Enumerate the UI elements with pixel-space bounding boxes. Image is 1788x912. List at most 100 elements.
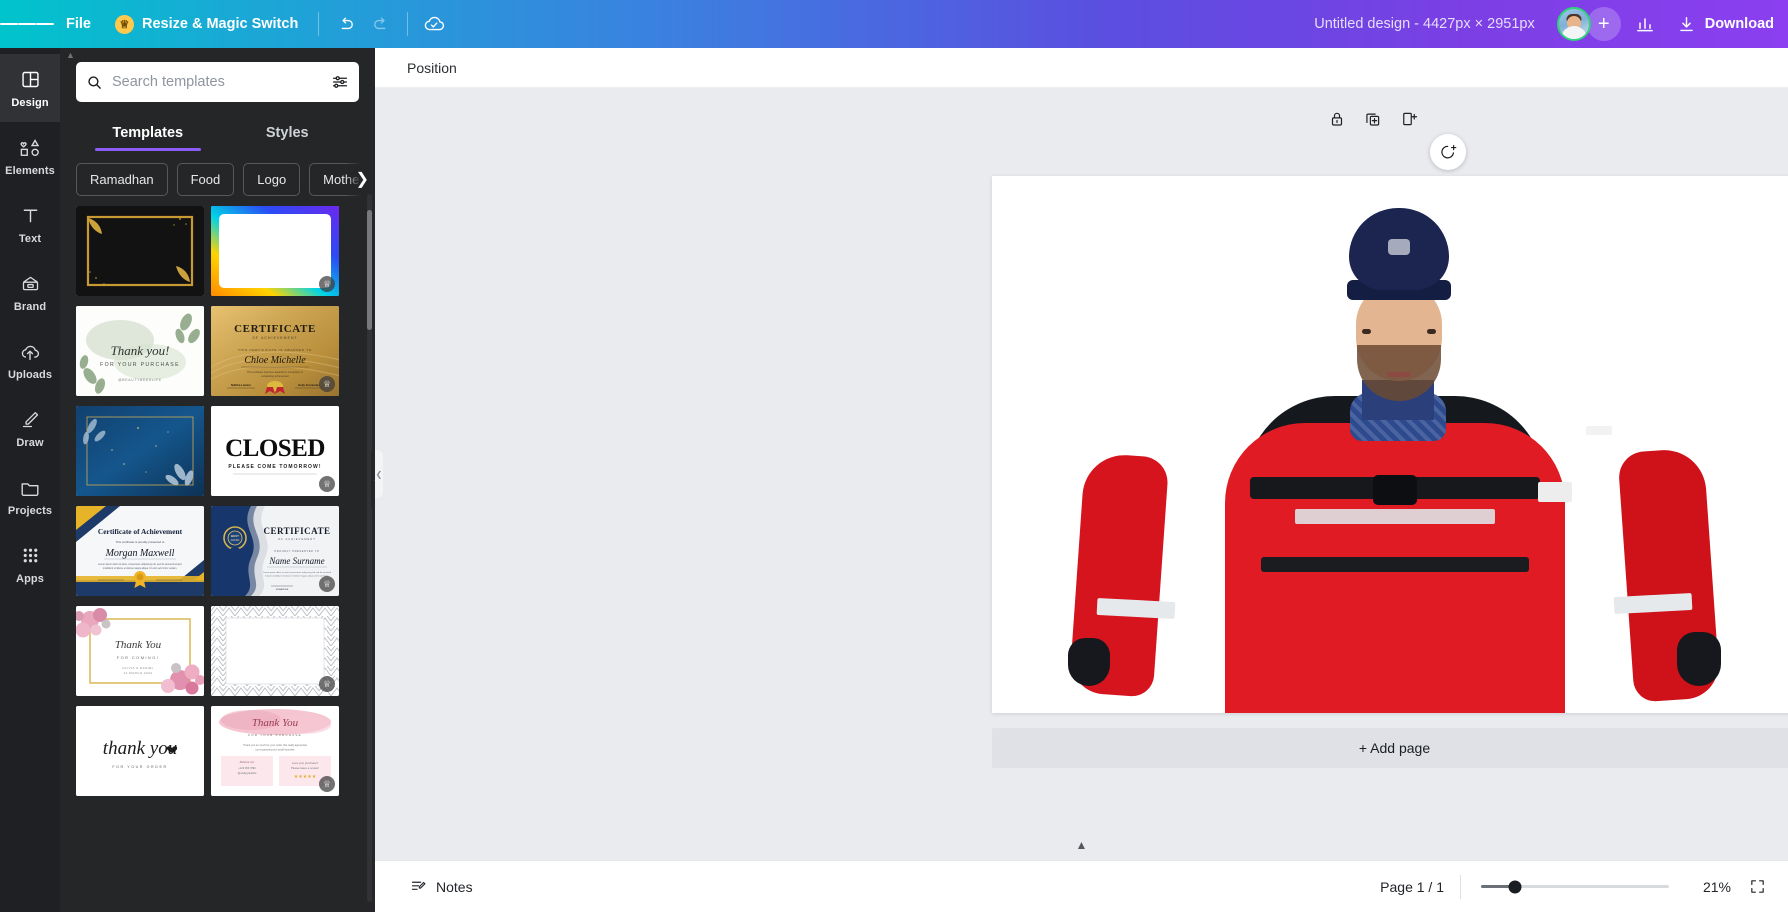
svg-text:Morgan Maxwell: Morgan Maxwell: [105, 548, 175, 559]
grid-dots-icon: [18, 544, 42, 568]
duplicate-page-icon[interactable]: [1362, 108, 1384, 130]
position-button[interactable]: Position: [401, 55, 463, 81]
sidebar-item-projects[interactable]: Projects: [0, 462, 60, 530]
resize-magic-switch-label: Resize & Magic Switch: [141, 16, 299, 32]
svg-text:Please leave a review!: Please leave a review!: [291, 766, 319, 770]
bar-chart-icon[interactable]: [1627, 6, 1663, 42]
premium-crown-icon: ♕: [319, 476, 335, 492]
templates-scroll-region[interactable]: ♕ Thank you! FOR YOUR PURCHASE @BEAUTYBE…: [60, 206, 375, 912]
sidebar-item-elements[interactable]: Elements: [0, 122, 60, 190]
notes-button[interactable]: Notes: [401, 871, 482, 902]
add-collaborator-button[interactable]: +: [1586, 7, 1621, 41]
sidebar-item-apps[interactable]: Apps: [0, 530, 60, 598]
svg-text:you supporting our small busin: you supporting our small business: [255, 748, 295, 752]
svg-text:FOR YOUR PURCHASE: FOR YOUR PURCHASE: [248, 733, 302, 737]
svg-text:PROUDLY PRESENTED TO: PROUDLY PRESENTED TO: [274, 549, 319, 553]
page-tools-group: [1326, 108, 1420, 130]
design-canvas-page[interactable]: [992, 176, 1788, 713]
page-counter: Page 1 / 1: [1380, 878, 1444, 895]
expand-icon[interactable]: [1749, 878, 1766, 895]
chip-ramadhan[interactable]: Ramadhan: [76, 163, 168, 196]
template-script-thank-you-order[interactable]: thank you FOR YOUR ORDER: [76, 706, 204, 796]
add-page-button[interactable]: + Add page: [992, 728, 1788, 768]
person-in-red-jacket-photo: [992, 176, 1788, 713]
svg-text:outstanding achievement: outstanding achievement: [261, 375, 289, 378]
add-page-icon[interactable]: [1398, 108, 1420, 130]
redo-icon[interactable]: [363, 6, 399, 42]
sidebar-item-draw[interactable]: Draw: [0, 394, 60, 462]
upload-cloud-icon: [18, 340, 42, 364]
chevron-up-icon[interactable]: ▲: [66, 50, 75, 60]
search-input[interactable]: [112, 74, 322, 90]
template-sage-thank-you-purchase[interactable]: Thank you! FOR YOUR PURCHASE @BEAUTYBEES…: [76, 306, 204, 396]
sidebar-item-label: Elements: [5, 164, 55, 177]
photo-right-eye: [1426, 329, 1436, 335]
svg-text:Thank you!: Thank you!: [111, 343, 170, 358]
search-bar[interactable]: [76, 62, 359, 102]
design-title[interactable]: Untitled design - 4427px × 2951px: [1306, 10, 1542, 38]
cloud-saved-icon[interactable]: [416, 6, 452, 42]
crown-icon: ♕: [114, 14, 134, 34]
svg-text:Name Surname: Name Surname: [268, 556, 324, 566]
resize-magic-switch-button[interactable]: ♕ Resize & Magic Switch: [103, 8, 310, 40]
template-pink-floral-thank-you[interactable]: Thank You FOR COMING! OLIVIA & DANIEL 12…: [76, 606, 204, 696]
download-button[interactable]: Download: [1663, 6, 1788, 42]
lock-icon[interactable]: [1326, 108, 1348, 130]
chevron-right-icon[interactable]: ❯: [345, 161, 375, 196]
template-rainbow-gradient-frame[interactable]: ♕: [211, 206, 339, 296]
photo-mouth: [1387, 372, 1412, 377]
template-black-gold-frame-card[interactable]: [76, 206, 204, 296]
template-chevron-pattern-blank[interactable]: ♕: [211, 606, 339, 696]
template-navy-botanical-frame[interactable]: [76, 406, 204, 496]
svg-text:AWARD: AWARD: [231, 539, 240, 542]
svg-text:THIS CERTIFICATE IS AWARDED TO: THIS CERTIFICATE IS AWARDED TO: [238, 348, 312, 352]
hamburger-icon[interactable]: [0, 21, 54, 28]
template-gold-certificate[interactable]: CERTIFICATE OF ACHIEVEMENT THIS CERTIFIC…: [211, 306, 339, 396]
svg-text:incididunt ut labore et dolore: incididunt ut labore et dolore magna ali…: [103, 567, 177, 570]
sidebar-item-label: Projects: [7, 504, 53, 517]
file-menu-button[interactable]: File: [54, 8, 103, 40]
panel-expand-handle[interactable]: ❮: [375, 450, 383, 498]
bottom-divider: [1460, 874, 1461, 899]
template-pink-watercolor-thank-you[interactable]: Thank You FOR YOUR PURCHASE Thank you so…: [211, 706, 339, 796]
chip-logo[interactable]: Logo: [243, 163, 301, 196]
template-closed-sign[interactable]: CLOSED PLEASE COME TOMORROW! ♕: [211, 406, 339, 496]
svg-text:Thank You: Thank You: [252, 717, 299, 729]
tab-templates[interactable]: Templates: [78, 116, 218, 151]
template-certificate-of-achievement[interactable]: Certificate of Achievement This certific…: [76, 506, 204, 596]
panel-scrollbar-thumb[interactable]: [367, 210, 372, 330]
svg-text:@BEAUTYBEESLIFE: @BEAUTYBEESLIFE: [118, 378, 162, 382]
zoom-knob[interactable]: [1508, 880, 1522, 893]
file-menu-label: File: [66, 16, 91, 32]
chevron-up-icon[interactable]: ▲: [1076, 838, 1088, 852]
shapes-icon: [18, 136, 42, 160]
magic-assistant-icon[interactable]: [1430, 134, 1466, 170]
editor-body: Design Elements Text Brand Uploads Draw …: [0, 48, 1788, 912]
canvas-area[interactable]: ❮ + Add page ▲: [375, 88, 1788, 860]
panel-collapse-button[interactable]: ❮: [371, 452, 375, 508]
chip-food[interactable]: Food: [176, 163, 235, 196]
svg-text:FOR COMING!: FOR COMING!: [117, 655, 160, 660]
undo-icon[interactable]: [327, 6, 363, 42]
sidebar-item-uploads[interactable]: Uploads: [0, 326, 60, 394]
zoom-slider[interactable]: [1481, 880, 1669, 893]
template-navy-seal-certificate[interactable]: BEST AWARD CERTIFICATE OF ACHIEVEMENT PR…: [211, 506, 339, 596]
sidebar-item-text[interactable]: Text: [0, 190, 60, 258]
sidebar-item-design[interactable]: Design: [0, 54, 60, 122]
panel-scrollbar[interactable]: [367, 194, 372, 902]
panel-header: Templates Styles: [60, 48, 375, 151]
svg-text:BEST: BEST: [231, 534, 239, 538]
photo-left-glove: [1068, 637, 1111, 686]
svg-text:FOR YOUR PURCHASE: FOR YOUR PURCHASE: [100, 362, 180, 368]
user-avatar[interactable]: [1556, 7, 1591, 41]
tab-styles[interactable]: Styles: [218, 116, 358, 151]
svg-text:CERTIFICATE: CERTIFICATE: [234, 323, 316, 335]
svg-text:This certificate is proudly pr: This certificate is proudly presented to: [116, 540, 165, 544]
svg-text:Find us on:: Find us on:: [240, 760, 255, 764]
sidebar-item-brand[interactable]: Brand: [0, 258, 60, 326]
svg-text:Thank you so much for your ord: Thank you so much for your order. We rea…: [243, 743, 307, 747]
sliders-filter-icon[interactable]: [331, 73, 349, 91]
toolbar-divider-1: [318, 12, 320, 36]
layout-icon: [18, 68, 42, 92]
sidebar-item-label: Text: [18, 232, 42, 245]
